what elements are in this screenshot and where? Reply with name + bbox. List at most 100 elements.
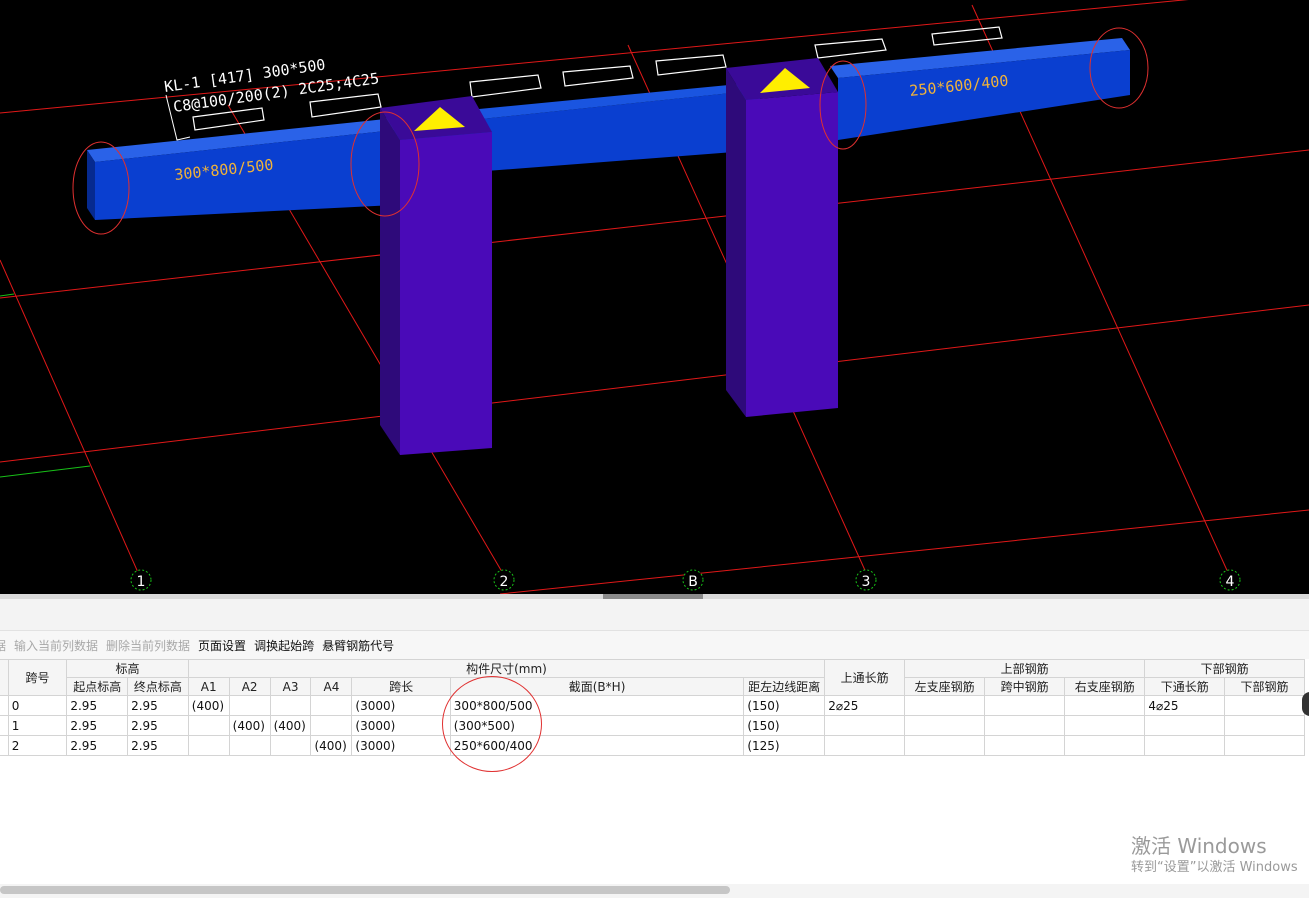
cell-a3[interactable]: (400): [269, 715, 312, 736]
cell-offset[interactable]: (150): [743, 715, 826, 736]
swap-start-span-button[interactable]: 调换起始跨: [254, 637, 314, 654]
cell-mid-span[interactable]: [984, 735, 1066, 756]
cell-a3[interactable]: [269, 695, 312, 716]
cell-bottom-other[interactable]: [1224, 735, 1305, 756]
activation-watermark-subtitle: 转到“设置”以激活 Windows: [1131, 860, 1298, 875]
green-axis-line: [0, 293, 15, 297]
cell-right-seat[interactable]: [1064, 715, 1146, 736]
col-header-left-seat[interactable]: 左支座钢筋: [903, 677, 986, 696]
cell-span-len[interactable]: (3000): [351, 715, 451, 736]
table-row[interactable]: 0 2.95 2.95 (400) (3000) 300*800/500 (15…: [0, 695, 1305, 716]
cantilever-rebar-code-button[interactable]: 悬臂钢筋代号: [322, 637, 394, 654]
cell-span-len[interactable]: (3000): [351, 735, 451, 756]
axis-marker-3[interactable]: 3: [855, 569, 877, 591]
cell-section[interactable]: 300*800/500: [449, 695, 745, 716]
group-header-elevation: 标高: [66, 659, 189, 678]
cell-a4[interactable]: (400): [310, 735, 353, 756]
cell-mid-span[interactable]: [984, 695, 1066, 716]
col-header-right-seat[interactable]: 右支座钢筋: [1064, 677, 1146, 696]
span-table: 跨号 标高 构件尺寸(mm) 上通长筋 上部钢筋 下部钢筋 起点标高 终点标高 …: [0, 659, 1305, 756]
col-header-span-no[interactable]: 跨号: [7, 659, 68, 696]
cell-end-elev[interactable]: 2.95: [127, 735, 189, 756]
side-panel-toggle[interactable]: [1302, 692, 1309, 716]
cell-right-seat[interactable]: [1064, 735, 1146, 756]
toolbar-item-truncated[interactable]: 据: [0, 637, 6, 654]
delete-column-data-button[interactable]: 删除当前列数据: [106, 637, 190, 654]
cell-start-elev[interactable]: 2.95: [66, 715, 129, 736]
col-header-end-elev[interactable]: 终点标高: [127, 677, 189, 696]
cell-a2[interactable]: [228, 735, 271, 756]
cell-span[interactable]: 1: [7, 715, 68, 736]
axis-marker-4[interactable]: 4: [1219, 569, 1241, 591]
cell-span[interactable]: 0: [7, 695, 68, 716]
cell-section[interactable]: 250*600/400: [449, 735, 745, 756]
row-header: [0, 715, 9, 736]
col-header-span-len[interactable]: 跨长: [351, 677, 451, 696]
cell-end-elev[interactable]: 2.95: [127, 715, 189, 736]
cell-bottom-long[interactable]: [1144, 735, 1226, 756]
cell-start-elev[interactable]: 2.95: [66, 695, 129, 716]
cell-bottom-long[interactable]: [1144, 715, 1226, 736]
col-header-a1[interactable]: A1: [187, 677, 230, 696]
group-header-bottom-rebar: 下部钢筋: [1144, 659, 1305, 678]
col-header-a3[interactable]: A3: [269, 677, 312, 696]
cell-a2[interactable]: (400): [228, 715, 271, 736]
cell-right-seat[interactable]: [1064, 695, 1146, 716]
cell-left-seat[interactable]: [903, 715, 986, 736]
cell-left-seat[interactable]: [903, 735, 986, 756]
cell-top-long[interactable]: [824, 715, 905, 736]
axis-marker-1[interactable]: 1: [130, 569, 152, 591]
table-row[interactable]: 2 2.95 2.95 (400) (3000) 250*600/400 (12…: [0, 735, 1305, 756]
column-right[interactable]: [726, 58, 838, 417]
cell-span[interactable]: 2: [7, 735, 68, 756]
cell-top-long[interactable]: 2⌀25: [824, 695, 905, 716]
col-header-start-elev[interactable]: 起点标高: [66, 677, 129, 696]
cell-end-elev[interactable]: 2.95: [127, 695, 189, 716]
col-header-bottom-long[interactable]: 下通长筋: [1144, 677, 1226, 696]
axis-label-2: 2: [500, 574, 509, 590]
cell-top-long[interactable]: [824, 735, 905, 756]
3d-viewport[interactable]: 1 2 B 3 4 KL-1 [417] 300*500 C8@100/200(…: [0, 0, 1309, 594]
axis-label-4: 4: [1226, 574, 1235, 590]
cell-bottom-other[interactable]: [1224, 715, 1305, 736]
cell-a2[interactable]: [228, 695, 271, 716]
cell-offset[interactable]: (150): [743, 695, 826, 716]
horizontal-scrollbar-thumb[interactable]: [0, 886, 730, 894]
cell-a4[interactable]: [310, 695, 353, 716]
input-column-data-button[interactable]: 输入当前列数据: [14, 637, 98, 654]
axis-marker-2[interactable]: 2: [493, 569, 515, 591]
column-left[interactable]: [380, 96, 492, 455]
cell-bottom-long[interactable]: 4⌀25: [1144, 695, 1226, 716]
col-header-a2[interactable]: A2: [228, 677, 271, 696]
cell-a1[interactable]: [187, 715, 230, 736]
cell-offset[interactable]: (125): [743, 735, 826, 756]
cell-mid-span[interactable]: [984, 715, 1066, 736]
activation-watermark-title: 激活 Windows: [1131, 834, 1267, 858]
row-header: [0, 735, 9, 756]
col-header-section[interactable]: 截面(B*H): [449, 677, 745, 696]
col-header-a4[interactable]: A4: [310, 677, 353, 696]
col-header-bottom-other[interactable]: 下部钢筋: [1224, 677, 1305, 696]
col-header-top-long[interactable]: 上通长筋: [824, 659, 905, 696]
cell-bottom-other[interactable]: [1224, 695, 1305, 716]
cell-a1[interactable]: (400): [187, 695, 230, 716]
viewport-canvas[interactable]: 1 2 B 3 4 KL-1 [417] 300*500 C8@100/200(…: [0, 0, 1309, 594]
axis-marker-b[interactable]: B: [682, 569, 704, 591]
row-header-cell: [0, 659, 9, 696]
cell-left-seat[interactable]: [903, 695, 986, 716]
axis-label-3: 3: [862, 574, 871, 590]
cell-span-len[interactable]: (3000): [351, 695, 451, 716]
axis-label-b: B: [688, 574, 698, 590]
cell-a4[interactable]: [310, 715, 353, 736]
cell-a3[interactable]: [269, 735, 312, 756]
cell-a1[interactable]: [187, 735, 230, 756]
span-table-container[interactable]: 跨号 标高 构件尺寸(mm) 上通长筋 上部钢筋 下部钢筋 起点标高 终点标高 …: [0, 659, 1309, 884]
row-header: [0, 695, 9, 716]
col-header-mid-span[interactable]: 跨中钢筋: [984, 677, 1066, 696]
cell-start-elev[interactable]: 2.95: [66, 735, 129, 756]
cell-section[interactable]: (300*500): [449, 715, 745, 736]
col-header-offset[interactable]: 距左边线距离: [743, 677, 826, 696]
table-toolbar: 据 输入当前列数据 删除当前列数据 页面设置 调换起始跨 悬臂钢筋代号: [0, 631, 1309, 659]
page-setup-button[interactable]: 页面设置: [198, 637, 246, 654]
table-row[interactable]: 1 2.95 2.95 (400) (400) (3000) (300*500)…: [0, 715, 1305, 736]
